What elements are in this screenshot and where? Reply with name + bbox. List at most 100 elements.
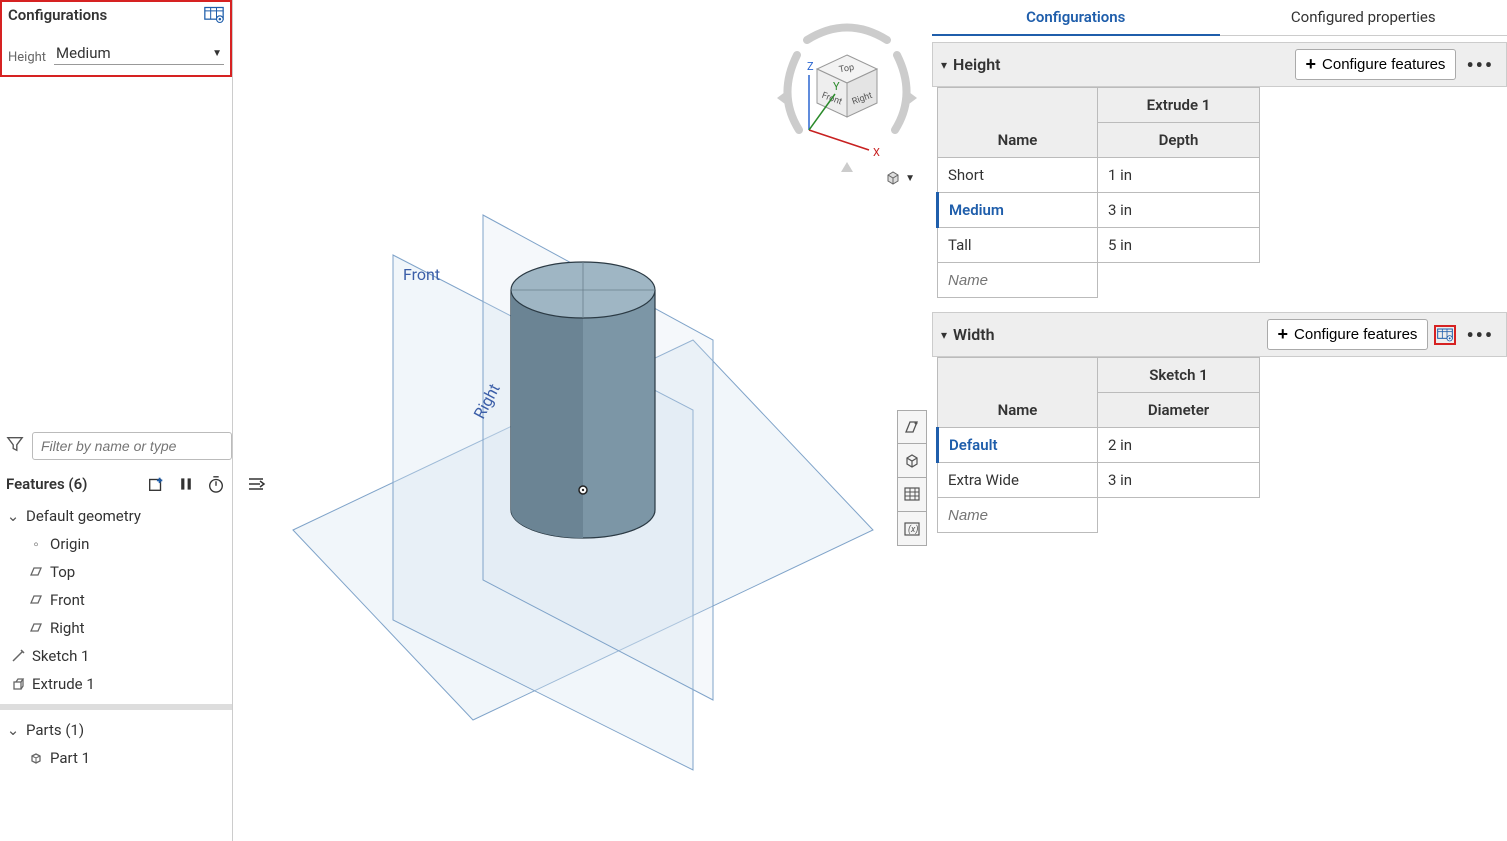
left-panel: Configurations Height Medium ▼ Featu (0, 0, 233, 841)
parts-item[interactable]: ⌄ Parts (1) (0, 716, 232, 744)
features-title: Features (6) (6, 475, 87, 493)
height-row-depth: 1 in (1098, 158, 1260, 193)
axis-z-label: Z (807, 60, 814, 73)
caret-down-icon: ▼ (905, 173, 915, 184)
height-config-row: Height Medium ▼ (8, 42, 224, 65)
origin-label: Origin (50, 535, 89, 553)
sketch-icon (10, 648, 26, 664)
top-plane-item[interactable]: Top (28, 558, 232, 586)
pause-icon[interactable] (176, 474, 196, 494)
filter-input[interactable] (32, 432, 232, 460)
plus-icon: + (1278, 324, 1289, 345)
tool-sketch-icon[interactable] (897, 410, 927, 444)
feature-tree: ⌄ Default geometry ◦ Origin Top Front Ri… (0, 502, 232, 772)
height-col-group: Extrude 1 (1098, 88, 1260, 123)
configure-features-button[interactable]: + Configure features (1267, 319, 1429, 350)
height-table-block: Name Extrude 1 Depth Short 1 in Medium 3… (936, 87, 1507, 298)
height-row-name: Tall (938, 228, 1098, 263)
table-row[interactable]: Default 2 in (938, 428, 1260, 463)
part1-label: Part 1 (50, 749, 90, 767)
axis-x-label: X (873, 146, 880, 159)
chevron-down-icon: ⌄ (6, 507, 20, 525)
more-icon[interactable]: ••• (1462, 53, 1498, 77)
height-section-header: Height + Configure features ••• (932, 42, 1507, 87)
width-row-name: Extra Wide (938, 463, 1098, 498)
view-home-dropdown[interactable]: ▼ (885, 170, 915, 186)
width-table-block: Name Sketch 1 Diameter Default 2 in Extr… (936, 357, 1507, 533)
front-plane-text: Front (403, 265, 440, 284)
right-plane-item[interactable]: Right (28, 614, 232, 642)
right-plane-label: Right (50, 619, 84, 637)
tree-separator (0, 704, 232, 710)
width-col-diameter: Diameter (1098, 393, 1260, 428)
default-geometry-item[interactable]: ⌄ Default geometry (0, 502, 232, 530)
tool-isometric-icon[interactable] (897, 444, 927, 478)
table-row[interactable]: Short 1 in (938, 158, 1260, 193)
chevron-down-icon[interactable] (941, 327, 947, 343)
configure-features-label: Configure features (1294, 326, 1417, 343)
top-plane-label: Top (50, 563, 75, 581)
tool-grid-icon[interactable] (897, 478, 927, 512)
plane-icon (28, 592, 44, 608)
height-table: Name Extrude 1 Depth Short 1 in Medium 3… (936, 87, 1260, 298)
tool-variable-icon[interactable]: (x) (897, 512, 927, 546)
front-plane-item[interactable]: Front (28, 586, 232, 614)
axis-y-label: Y (833, 80, 840, 93)
filter-row (6, 432, 226, 460)
config-visibility-icon[interactable] (1434, 325, 1456, 345)
configurations-title: Configurations (8, 6, 224, 24)
filter-icon[interactable] (6, 435, 24, 457)
height-new-name-input[interactable] (948, 272, 1087, 289)
tab-configured-properties[interactable]: Configured properties (1220, 0, 1507, 35)
table-row[interactable]: Tall 5 in (938, 228, 1260, 263)
stopwatch-icon[interactable] (206, 474, 226, 494)
table-row-new[interactable] (938, 498, 1260, 533)
sketch1-label: Sketch 1 (32, 647, 90, 665)
width-section-header: Width + Configure features ••• (932, 312, 1507, 357)
config-visibility-icon[interactable] (204, 6, 224, 24)
width-col-group: Sketch 1 (1098, 358, 1260, 393)
height-row-name: Short (938, 158, 1098, 193)
more-icon[interactable]: ••• (1462, 323, 1498, 347)
height-row-name: Medium (938, 193, 1098, 228)
right-panel: Configurations Configured properties Hei… (932, 0, 1507, 841)
configure-features-button[interactable]: + Configure features (1295, 49, 1457, 80)
rollback-button[interactable] (245, 474, 267, 496)
origin-icon: ◦ (28, 536, 44, 552)
width-table: Name Sketch 1 Diameter Default 2 in Extr… (936, 357, 1260, 533)
default-geometry-label: Default geometry (26, 507, 141, 525)
plus-icon: + (1306, 54, 1317, 75)
height-col-depth: Depth (1098, 123, 1260, 158)
width-section-title: Width (953, 325, 995, 344)
plane-icon (28, 620, 44, 636)
width-col-name: Name (938, 358, 1098, 428)
right-tabs: Configurations Configured properties (932, 0, 1507, 36)
configure-features-label: Configure features (1322, 56, 1445, 73)
height-col-name: Name (938, 88, 1098, 158)
svg-text:(x): (x) (908, 524, 918, 535)
configurations-box: Configurations Height Medium ▼ (0, 0, 232, 77)
view-cube[interactable]: Top Front Right Z X Y (777, 10, 917, 180)
height-row-depth: 5 in (1098, 228, 1260, 263)
chevron-down-icon: ⌄ (6, 721, 20, 739)
extrude1-label: Extrude 1 (32, 675, 95, 693)
origin-item[interactable]: ◦ Origin (28, 530, 232, 558)
front-plane-label: Front (50, 591, 85, 609)
chevron-down-icon[interactable] (941, 57, 947, 73)
height-row-depth: 3 in (1098, 193, 1260, 228)
height-select[interactable]: Medium ▼ (54, 42, 224, 65)
tab-configurations[interactable]: Configurations (932, 0, 1220, 35)
part1-item[interactable]: Part 1 (28, 744, 232, 772)
part-icon (28, 750, 44, 766)
width-row-diameter: 3 in (1098, 463, 1260, 498)
add-feature-icon[interactable] (146, 474, 166, 494)
sketch1-item[interactable]: Sketch 1 (0, 642, 232, 670)
width-new-name-input[interactable] (948, 507, 1087, 524)
extrude1-item[interactable]: Extrude 1 (0, 670, 232, 698)
cube-icon (885, 170, 901, 186)
extrude-icon (10, 676, 26, 692)
table-row[interactable]: Extra Wide 3 in (938, 463, 1260, 498)
table-row[interactable]: Medium 3 in (938, 193, 1260, 228)
width-row-name: Default (938, 428, 1098, 463)
table-row-new[interactable] (938, 263, 1260, 298)
